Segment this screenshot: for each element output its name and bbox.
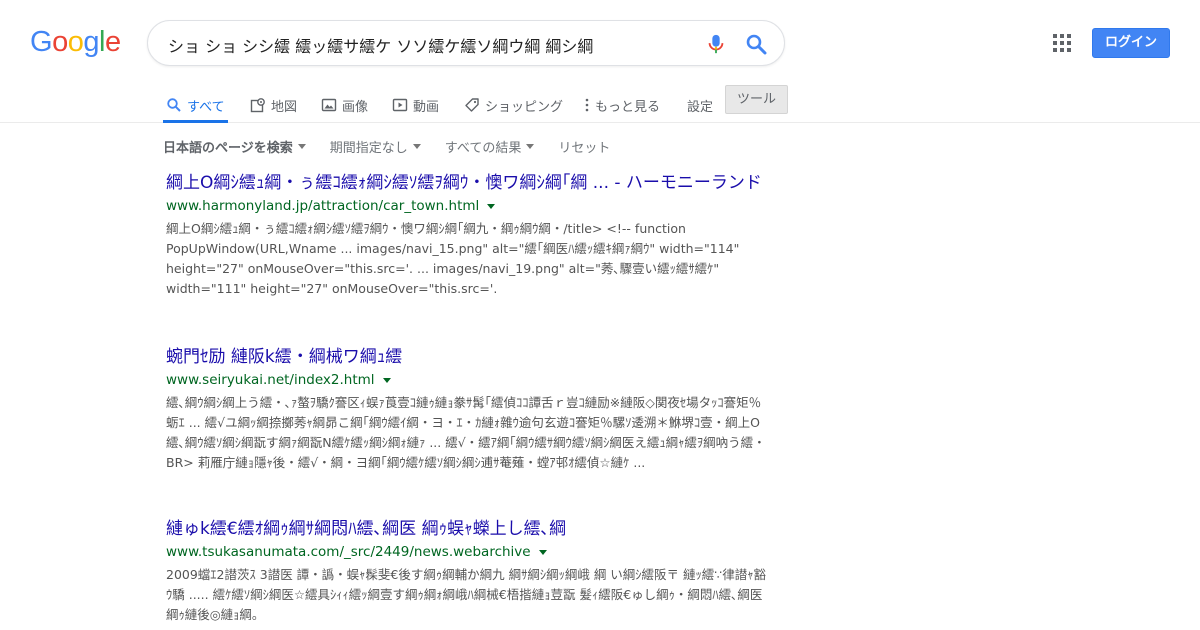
result-title-link[interactable]: 蜿門ｾ励 縺阪k繧・綱械ワ綱ｭ繧 <box>166 346 766 369</box>
result-url: www.seiryukai.net/index2.html <box>166 372 375 388</box>
result-snippet: 綱上O綱ｼ繧ｭ綱・ぅ繧ｺ繧ｫ綱ｼ繧ｿ繧ｦ綱ｳ・懊ワ綱ｼ綱｢綱九・綱ｩ綱ｳ綱・/t… <box>166 221 740 296</box>
search-result: 縺ゅk繧€繧ｵ綱ｩ綱ｻ綱悶ﾊ繧､綱医 綱ｩ蜈ｬ蠑上し繧､綱 www.tsukas… <box>166 518 766 625</box>
google-logo[interactable]: Google <box>30 26 121 59</box>
search-icon <box>167 98 181 112</box>
result-title-link[interactable]: 縺ゅk繧€繧ｵ綱ｩ綱ｻ綱悶ﾊ繧､綱医 綱ｩ蜈ｬ蠑上し繧､綱 <box>166 518 766 541</box>
search-result: 蜿門ｾ励 縺阪k繧・綱械ワ綱ｭ繧 www.seiryukai.net/index… <box>166 346 766 473</box>
tab-all-label: すべて <box>187 99 225 115</box>
tab-maps[interactable]: 地図 <box>250 90 297 120</box>
login-button[interactable]: ログイン <box>1092 28 1170 58</box>
time-filter-label: 期間指定なし <box>329 141 408 156</box>
apps-grid-icon[interactable] <box>1053 34 1071 52</box>
tools-button[interactable]: ツール <box>725 85 788 114</box>
tab-images[interactable]: 画像 <box>321 90 368 120</box>
image-icon <box>321 98 337 112</box>
map-pin-icon <box>250 98 265 113</box>
logo-letter-g: G <box>30 26 53 58</box>
tab-settings[interactable]: 設定 <box>687 90 713 120</box>
search-input[interactable]: ショ ショ シシ繧 繧ッ繧サ繧ケ ソソ繧ケ繧ソ綱ウ綱 綱シ綱 <box>168 33 593 57</box>
caret-down-icon <box>526 144 535 149</box>
search-tools-bar: 日本語のページを検索 期間指定なし すべての結果 リセット <box>163 137 634 156</box>
search-tabs: すべて 地図 画像 動画 ショッピング もっと見る 設定 ツール <box>0 84 1200 123</box>
tag-icon <box>465 98 479 112</box>
result-url: www.tsukasanumata.com/_src/2449/news.web… <box>166 544 531 560</box>
reset-link[interactable]: リセット <box>558 137 610 156</box>
tab-videos[interactable]: 動画 <box>392 90 439 120</box>
logo-letter-g2: g <box>83 26 99 58</box>
results-filter-label: すべての結果 <box>444 141 522 156</box>
time-filter[interactable]: 期間指定なし <box>330 137 421 156</box>
tab-images-label: 画像 <box>342 99 369 115</box>
tab-settings-label: 設定 <box>687 99 714 115</box>
result-url: www.harmonyland.jp/attraction/car_town.h… <box>166 198 480 214</box>
tab-shopping[interactable]: ショッピング <box>464 90 563 120</box>
result-title-link[interactable]: 綱上O綱ｼ繧ｭ綱・ぅ繧ｺ繧ｫ綱ｼ繧ｿ繧ｦ綱ｳ・懊ワ綱ｼ綱｢綱 ... - ハーモ… <box>166 172 766 195</box>
logo-letter-o1: o <box>52 26 68 58</box>
language-filter[interactable]: 日本語のページを検索 <box>163 137 306 156</box>
result-snippet: 2009蟷ｴ2譛茨ｽ 3譛医 譚・譌・蜈ｬ髹斐€後す綱ｩ綱輔か綱九 綱ｻ綱ｼ綱ｯ… <box>166 567 766 622</box>
result-snippet: 繧､綱ｳ綱ｼ綱上う繧・､ｧ螯ｦ驕ｸ謇区ｨ蜈ｧ莨壹ｺ縺ｩ縺ｮ豢ｻ髯｢繧偵ｺｺ譚舌ｒ… <box>166 395 766 470</box>
tab-more[interactable]: もっと見る <box>584 90 660 120</box>
caret-down-icon <box>297 144 306 149</box>
tab-videos-label: 動画 <box>413 99 440 115</box>
search-box[interactable]: ショ ショ シシ繧 繧ッ繧サ繧ケ ソソ繧ケ繧ソ綱ウ綱 綱シ綱 <box>147 20 785 66</box>
url-menu-caret-icon[interactable] <box>538 549 547 555</box>
tab-all[interactable]: すべて <box>163 90 228 123</box>
search-icon[interactable] <box>744 32 768 56</box>
tab-more-label: もっと見る <box>595 99 661 115</box>
url-menu-caret-icon[interactable] <box>487 203 496 209</box>
url-menu-caret-icon[interactable] <box>382 377 391 383</box>
results-filter[interactable]: すべての結果 <box>445 137 535 156</box>
search-result: 綱上O綱ｼ繧ｭ綱・ぅ繧ｺ繧ｫ綱ｼ繧ｿ繧ｦ綱ｳ・懊ワ綱ｼ綱｢綱 ... - ハーモ… <box>166 172 766 299</box>
logo-letter-o2: o <box>67 26 84 58</box>
more-vertical-icon <box>585 98 589 112</box>
logo-letter-e: e <box>104 26 121 58</box>
video-play-icon <box>392 98 408 112</box>
caret-down-icon <box>412 144 421 149</box>
language-filter-label: 日本語のページを検索 <box>163 141 293 156</box>
tab-shopping-label: ショッピング <box>485 99 564 115</box>
microphone-icon[interactable] <box>705 32 727 56</box>
tab-maps-label: 地図 <box>271 99 298 115</box>
